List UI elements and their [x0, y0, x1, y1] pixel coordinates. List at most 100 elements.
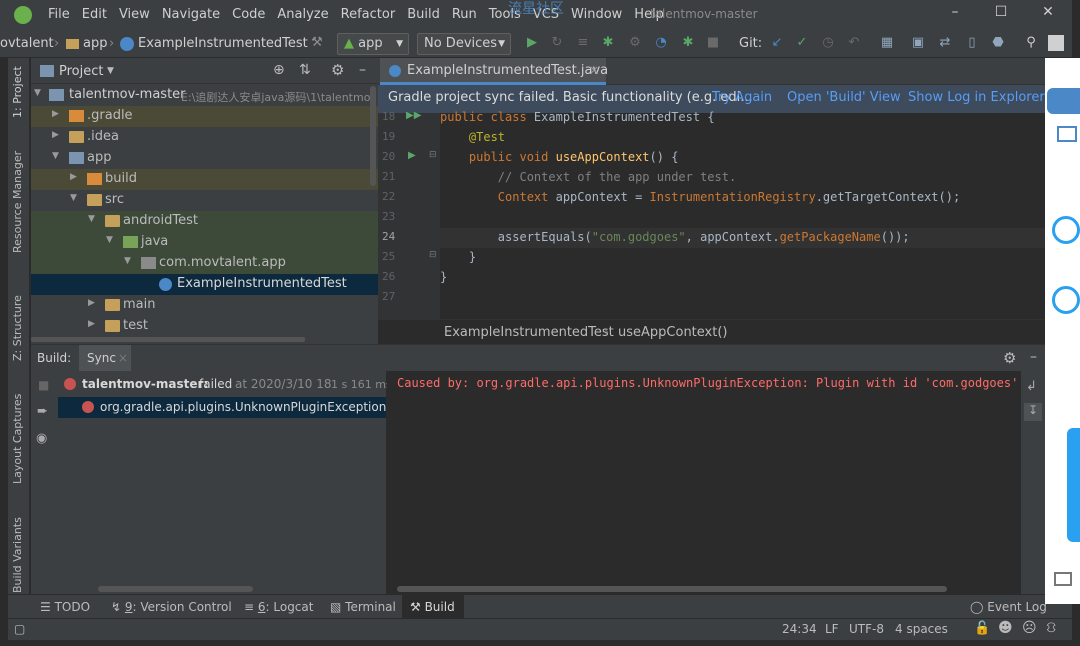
tab-logcat[interactable]: ≡ 6: Logcat: [244, 600, 313, 614]
code-line[interactable]: }: [440, 270, 447, 284]
tree-item-src[interactable]: ▼ src: [31, 190, 378, 211]
maximize-button[interactable]: ☐: [990, 4, 1012, 24]
hide-icon[interactable]: –: [359, 62, 366, 78]
build-error-row[interactable]: org.gradle.api.plugins.UnknownPluginExce…: [58, 397, 386, 418]
horizontal-scrollbar[interactable]: [397, 586, 947, 592]
menu-window[interactable]: Window: [571, 7, 622, 22]
code-line[interactable]: assertEquals("com.godgoes", appContext.g…: [440, 230, 910, 244]
apply-code-icon[interactable]: ≡: [575, 35, 591, 51]
avatar[interactable]: [1048, 35, 1064, 51]
tab-terminal[interactable]: ▧ Terminal: [330, 600, 396, 614]
collapse-all-icon[interactable]: ⇅: [299, 62, 311, 78]
code-line[interactable]: @Test: [440, 130, 505, 144]
search-icon[interactable]: ⚲: [1023, 35, 1039, 51]
code-line[interactable]: public class ExampleInstrumentedTest {: [440, 110, 715, 124]
tree-item-idea[interactable]: ▶ .idea: [31, 127, 378, 148]
tab-build-variants[interactable]: Build Variants: [11, 517, 24, 593]
notification-tab[interactable]: [1047, 88, 1080, 114]
vertical-scrollbar[interactable]: [370, 86, 376, 186]
code-line[interactable]: }: [440, 250, 476, 264]
breadcrumb-module[interactable]: app: [83, 36, 107, 51]
profiler-icon[interactable]: ◔: [653, 35, 669, 51]
phone-icon[interactable]: [1052, 216, 1080, 244]
project-view-title[interactable]: Project: [59, 64, 103, 79]
menu-refactor[interactable]: Refactor: [341, 7, 396, 22]
chevron-down-icon[interactable]: ▼: [107, 66, 114, 76]
tree-item-test-class[interactable]: ExampleInstrumentedTest: [31, 274, 378, 295]
run-test-icon[interactable]: ▶: [408, 150, 416, 161]
eye-icon[interactable]: ◉: [36, 431, 47, 446]
show-log-link[interactable]: Show Log in Explorer: [908, 90, 1045, 105]
menu-analyze[interactable]: Analyze: [277, 7, 328, 22]
editor-tab[interactable]: ExampleInstrumentedTest.java ×: [380, 58, 608, 85]
tab-structure[interactable]: Z: Structure: [11, 295, 24, 361]
run-icon[interactable]: ▶: [524, 35, 540, 51]
indent-setting[interactable]: 4 spaces: [895, 622, 948, 636]
git-update-icon[interactable]: ↙: [769, 35, 785, 51]
tree-item-package[interactable]: ▼ com.movtalent.app: [31, 253, 378, 274]
tab-project[interactable]: 1: Project: [11, 66, 24, 118]
run-config-select[interactable]: ▲ app ▼: [337, 33, 409, 55]
phone-icon[interactable]: [1052, 286, 1080, 314]
tab-layout-captures[interactable]: Layout Captures: [11, 394, 24, 484]
debug-icon[interactable]: ✱: [600, 35, 616, 51]
file-encoding[interactable]: UTF-8: [849, 622, 884, 636]
history-icon[interactable]: ◷: [820, 35, 836, 51]
tab-todo[interactable]: ☰ TODO: [40, 600, 90, 614]
tree-item-root[interactable]: ▼ talentmov-master E:\追剧达人安卓java源码\1\tal…: [31, 85, 378, 106]
run-test-icon[interactable]: ▶▶: [406, 110, 421, 121]
tree-item-build[interactable]: ▶ build: [31, 169, 378, 190]
pin-icon[interactable]: ➨: [37, 404, 48, 419]
folder-icon[interactable]: [1054, 572, 1072, 586]
scroll-to-end-icon[interactable]: ↧: [1024, 403, 1042, 421]
coverage-icon[interactable]: ⚙: [627, 35, 643, 51]
event-log-button[interactable]: ◯ Event Log: [970, 600, 1047, 614]
gear-icon[interactable]: ⚙: [331, 61, 344, 79]
fold-icon[interactable]: ⊟: [429, 250, 437, 260]
horizontal-scrollbar[interactable]: [98, 586, 253, 592]
breadcrumb-method[interactable]: useAppContext(): [618, 325, 727, 340]
hide-icon[interactable]: –: [1030, 349, 1037, 365]
menu-edit[interactable]: Edit: [82, 7, 107, 22]
git-commit-icon[interactable]: ✓: [794, 35, 810, 51]
soft-wrap-icon[interactable]: ↲: [1026, 379, 1037, 394]
rollback-icon[interactable]: ↶: [846, 35, 862, 51]
tree-item-android-test[interactable]: ▼ androidTest: [31, 211, 378, 232]
menu-navigate[interactable]: Navigate: [162, 7, 220, 22]
build-output-console[interactable]: Caused by: org.gradle.api.plugins.Unknow…: [387, 371, 1040, 595]
menu-code[interactable]: Code: [232, 7, 265, 22]
code-line[interactable]: Context appContext = InstrumentationRegi…: [440, 190, 960, 204]
avd-manager-icon[interactable]: ▯: [964, 35, 980, 51]
toggle-tool-windows-icon[interactable]: ▢: [14, 622, 25, 636]
blue-side-tab[interactable]: [1067, 428, 1080, 542]
frown-icon[interactable]: ☹: [1022, 620, 1037, 636]
project-structure-icon[interactable]: ▦: [879, 35, 895, 51]
tree-item-java[interactable]: ▼ java: [31, 232, 378, 253]
sdk-manager-icon[interactable]: ⬣: [990, 35, 1006, 51]
tab-build[interactable]: ⚒ Build: [402, 595, 464, 619]
caret-position[interactable]: 24:34: [782, 622, 817, 636]
stop-icon[interactable]: ■: [38, 378, 49, 392]
stop-icon[interactable]: ■: [705, 35, 721, 51]
lock-icon[interactable]: 🔓: [974, 621, 990, 636]
sync-gradle-icon[interactable]: ▣: [910, 35, 926, 51]
close-icon[interactable]: ×: [118, 351, 128, 365]
build-root-row[interactable]: talentmov-master: failed at 2020/3/10 18…: [58, 377, 392, 397]
breadcrumb-project[interactable]: ovtalent: [0, 36, 54, 51]
device-select[interactable]: No Devices ▼: [417, 33, 511, 55]
tab-sync[interactable]: Sync ×: [79, 345, 131, 371]
code-line[interactable]: public void useAppContext() {: [440, 150, 679, 164]
horizontal-scrollbar[interactable]: [31, 337, 305, 342]
attach-debugger-icon[interactable]: ✱: [680, 35, 696, 51]
code-line[interactable]: // Context of the app under test.: [440, 170, 736, 184]
hammer-icon[interactable]: ⚒: [309, 35, 325, 51]
open-build-view-link[interactable]: Open 'Build' View: [787, 90, 901, 105]
locate-icon[interactable]: ⊕: [273, 62, 285, 78]
memory-icon[interactable]: ⛻: [1046, 620, 1056, 638]
close-window-button[interactable]: ✕: [1037, 4, 1059, 24]
tree-item-gradle[interactable]: ▶ .gradle: [31, 106, 378, 127]
smiley-icon[interactable]: ☻: [998, 620, 1013, 636]
tree-item-app[interactable]: ▼ app: [31, 148, 378, 169]
image-icon[interactable]: [1057, 126, 1077, 142]
tab-resource-manager[interactable]: Resource Manager: [11, 151, 24, 253]
